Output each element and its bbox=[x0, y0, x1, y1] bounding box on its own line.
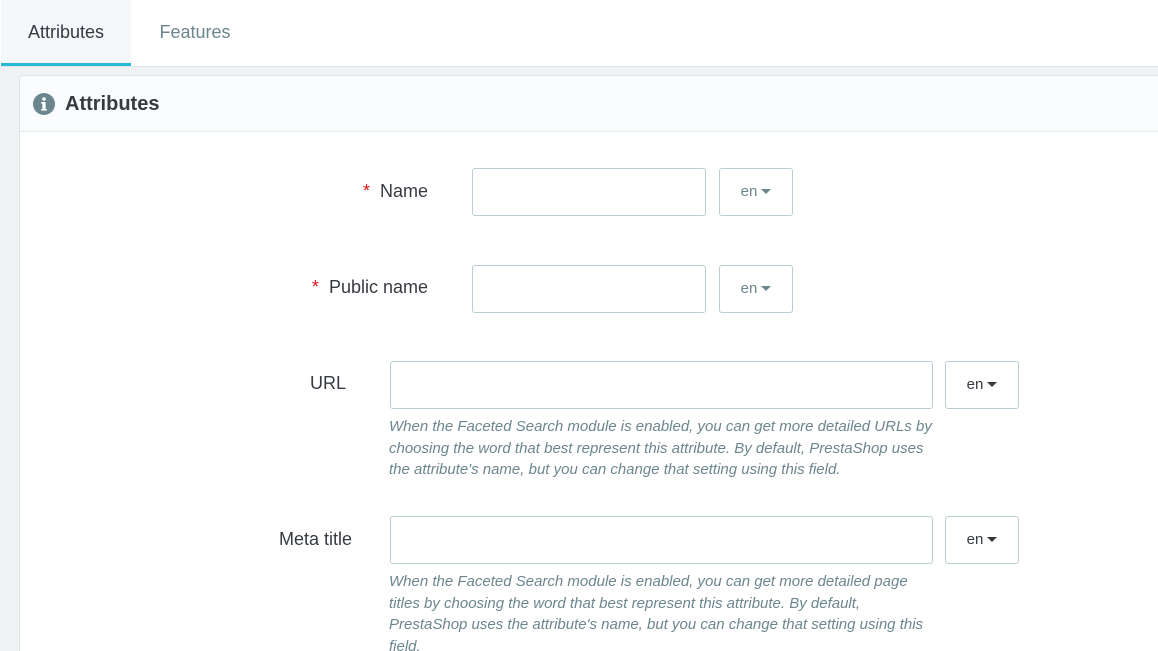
required-asterisk: * bbox=[311, 277, 319, 297]
panel-title: Attributes bbox=[65, 93, 160, 115]
panel-header: Attributes bbox=[20, 76, 1158, 132]
url-language-dropdown[interactable]: en bbox=[945, 361, 1019, 409]
public-name-label: * Public name bbox=[312, 276, 428, 298]
tab-bar: Attributes Features bbox=[0, 0, 1158, 67]
url-help-text: When the Faceted Search module is enable… bbox=[389, 418, 932, 478]
language-code: en bbox=[966, 376, 984, 393]
language-code: en bbox=[740, 183, 758, 200]
caret-down-icon bbox=[761, 285, 772, 291]
info-circle-icon bbox=[33, 93, 55, 115]
meta-title-help-text: When the Faceted Search module is enable… bbox=[389, 573, 924, 651]
name-input[interactable] bbox=[472, 168, 706, 216]
public-name-input[interactable] bbox=[472, 265, 706, 313]
caret-down-icon bbox=[987, 381, 998, 387]
language-code: en bbox=[966, 531, 984, 548]
meta-title-label: Meta title bbox=[278, 529, 352, 549]
public-name-language-dropdown[interactable]: en bbox=[719, 265, 793, 313]
name-label: * Name bbox=[363, 180, 428, 202]
name-label-text: Name bbox=[379, 181, 428, 201]
caret-down-icon bbox=[761, 188, 772, 194]
tab-attributes[interactable]: Attributes bbox=[1, 0, 131, 66]
public-name-label-text: Public name bbox=[328, 277, 428, 297]
url-label: URL bbox=[309, 373, 346, 393]
meta-title-input[interactable] bbox=[390, 516, 933, 564]
url-input[interactable] bbox=[390, 361, 933, 409]
meta-title-language-dropdown[interactable]: en bbox=[945, 516, 1019, 564]
language-code: en bbox=[740, 280, 758, 297]
tab-features[interactable]: Features bbox=[131, 0, 259, 66]
caret-down-icon bbox=[987, 536, 998, 542]
name-language-dropdown[interactable]: en bbox=[719, 168, 793, 216]
required-asterisk: * bbox=[362, 181, 370, 201]
